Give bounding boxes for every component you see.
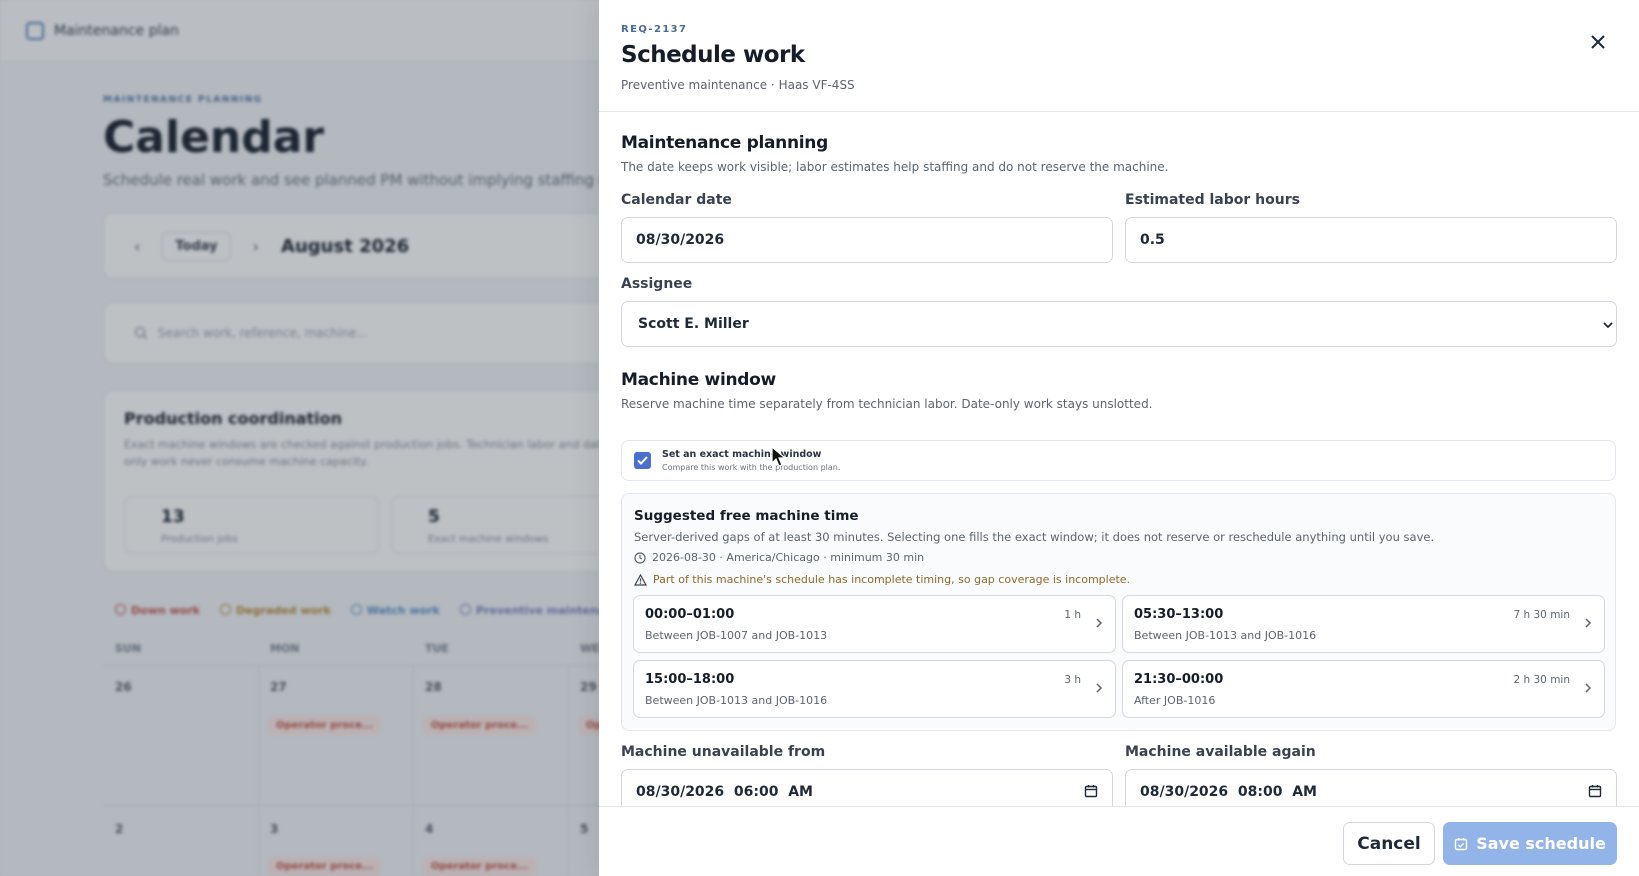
slot-time: 21:30–00:00 <box>1134 672 1224 687</box>
time-slot-option[interactable]: 21:30–00:00 After JOB-1016 2 h 30 min <box>1122 660 1605 718</box>
labor-hours-input[interactable]: 0.5 <box>1125 217 1617 263</box>
slot-between: Between JOB-1007 and JOB-1013 <box>645 629 828 642</box>
window-section-description: Reserve machine time separately from tec… <box>621 397 1153 411</box>
chevron-right-icon <box>1096 618 1103 628</box>
drawer-header: REQ-2137 Schedule work Preventive mainte… <box>599 0 1639 112</box>
incomplete-timing-warning: Part of this machine's schedule has inco… <box>634 573 1130 586</box>
calendar-date-value: 08/30/2026 <box>636 232 725 248</box>
close-button[interactable] <box>1584 28 1612 56</box>
time-slot-option[interactable]: 00:00–01:00 Between JOB-1007 and JOB-101… <box>633 595 1116 653</box>
clock-icon <box>634 551 646 564</box>
suggestions-description: Server-derived gaps of at least 30 minut… <box>634 530 1435 544</box>
time-slot-option[interactable]: 15:00–18:00 Between JOB-1013 and JOB-101… <box>633 660 1116 718</box>
slot-between: Between JOB-1013 and JOB-1016 <box>1134 629 1317 642</box>
drawer-title: Schedule work <box>621 42 805 68</box>
window-section-title: Machine window <box>621 370 776 390</box>
calendar-check-icon <box>1454 837 1468 850</box>
suggestions-title: Suggested free machine time <box>634 508 859 524</box>
time-slot-option[interactable]: 05:30–13:00 Between JOB-1013 and JOB-101… <box>1122 595 1605 653</box>
suggestions-meta-text: 2026-08-30 · America/Chicago · minimum 3… <box>652 551 925 564</box>
checkbox-subtitle: Compare this work with the production pl… <box>662 463 841 472</box>
schedule-work-drawer: REQ-2137 Schedule work Preventive mainte… <box>599 0 1639 876</box>
slot-duration: 2 h 30 min <box>1513 674 1570 686</box>
planning-section-title: Maintenance planning <box>621 133 828 153</box>
slot-duration: 3 h <box>1064 674 1081 686</box>
available-again-label: Machine available again <box>1125 744 1316 760</box>
assignee-value: Scott E. Miller <box>638 316 749 332</box>
chevron-right-icon <box>1585 618 1592 628</box>
suggestions-meta: 2026-08-30 · America/Chicago · minimum 3… <box>634 551 924 564</box>
assignee-label: Assignee <box>621 276 693 292</box>
slot-between: After JOB-1016 <box>1134 694 1216 707</box>
calendar-date-label: Calendar date <box>621 192 732 208</box>
unavailable-from-label: Machine unavailable from <box>621 744 826 760</box>
slot-duration: 1 h <box>1064 609 1081 621</box>
checkbox-title: Set an exact machine window <box>662 449 822 460</box>
chevron-right-icon <box>1585 683 1592 693</box>
available-again-value: 08/30/2026 08:00 AM <box>1140 784 1317 800</box>
chevron-right-icon <box>1096 683 1103 693</box>
slot-time: 15:00–18:00 <box>645 672 735 687</box>
checkmark-icon <box>637 456 648 465</box>
warning-icon <box>634 573 647 586</box>
calendar-icon[interactable] <box>1588 784 1602 798</box>
calendar-icon[interactable] <box>1084 784 1098 798</box>
labor-hours-value: 0.5 <box>1140 232 1165 248</box>
drawer-subtitle: Preventive maintenance · Haas VF-4SS <box>621 78 855 92</box>
slot-time: 00:00–01:00 <box>645 607 735 622</box>
close-icon <box>1591 35 1605 49</box>
slot-time: 05:30–13:00 <box>1134 607 1224 622</box>
chevron-down-icon <box>1603 322 1613 329</box>
unavailable-from-value: 08/30/2026 06:00 AM <box>636 784 813 800</box>
exact-window-checkbox[interactable] <box>634 452 651 469</box>
request-id: REQ-2137 <box>621 24 688 35</box>
cancel-button[interactable]: Cancel <box>1343 822 1435 865</box>
warning-text: Part of this machine's schedule has inco… <box>653 573 1131 586</box>
calendar-date-input[interactable]: 08/30/2026 <box>621 217 1113 263</box>
slot-between: Between JOB-1013 and JOB-1016 <box>645 694 828 707</box>
slot-duration: 7 h 30 min <box>1513 609 1570 621</box>
suggested-time-panel: Suggested free machine time Server-deriv… <box>621 493 1616 731</box>
save-schedule-button[interactable]: Save schedule <box>1443 822 1617 865</box>
planning-section-description: The date keeps work visible; labor estim… <box>621 160 1169 174</box>
save-schedule-label: Save schedule <box>1476 834 1606 853</box>
assignee-select[interactable]: Scott E. Miller <box>621 301 1617 347</box>
drawer-footer: Cancel Save schedule <box>599 806 1639 876</box>
mouse-cursor-icon <box>771 446 787 467</box>
labor-hours-label: Estimated labor hours <box>1125 192 1300 208</box>
